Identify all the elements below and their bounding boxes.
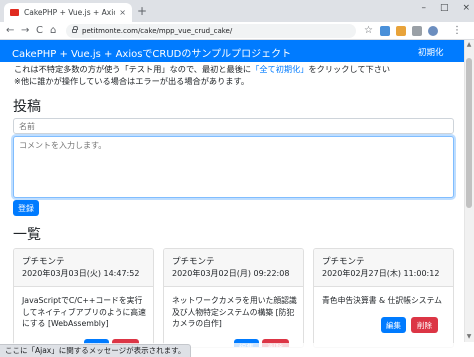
notice-line1-text: これは不特定多数の方が使う「テスト用」なので、最初と最後に	[14, 64, 252, 74]
scrollbar-thumb[interactable]	[466, 58, 472, 208]
favicon-icon	[10, 9, 19, 16]
extension-icon[interactable]	[412, 26, 422, 36]
url-text: petitmonte.com/cake/mpp_vue_crud_cake/	[82, 27, 233, 35]
post-card: プチモンテ 2020年03月03日(火) 14:47:52 JavaScript…	[13, 248, 154, 348]
notice-line1-suffix: をクリックして下さい	[308, 64, 391, 74]
post-card: プチモンテ 2020年03月02日(月) 09:22:08 ネットワークカメラを…	[163, 248, 304, 348]
back-icon[interactable]: ←	[6, 22, 14, 40]
card-header: プチモンテ 2020年03月03日(火) 14:47:52	[14, 249, 153, 287]
scroll-up-icon[interactable]: ▲	[464, 40, 474, 50]
browser-tab-title: CakePHP + Vue.js + Axiosで	[24, 8, 115, 17]
scroll-down-icon[interactable]: ▼	[464, 332, 474, 342]
profile-avatar-icon[interactable]	[428, 26, 438, 36]
initialize-link[interactable]: 初期化	[418, 46, 444, 58]
browser-tab[interactable]: CakePHP + Vue.js + Axiosで ×	[4, 3, 132, 22]
address-bar-row: ← → C ⌂ petitmonte.com/cake/mpp_vue_crud…	[0, 22, 474, 40]
comment-textarea[interactable]	[13, 136, 454, 198]
extension-icon[interactable]	[380, 26, 390, 36]
extension-icon[interactable]	[396, 26, 406, 36]
maximize-icon[interactable]: □	[440, 3, 449, 13]
card-author: プチモンテ	[172, 257, 215, 267]
reload-icon[interactable]: C	[36, 22, 43, 40]
card-text: ネットワークカメラを用いた顔認識及び人物特定システムの構築 [防犯カメラの自作]	[172, 296, 297, 328]
notice-line2: ※他に誰かが操作している場合はエラーが出る場合があります。	[14, 75, 250, 86]
card-date: 2020年03月02日(月) 09:22:08	[172, 269, 290, 278]
post-heading: 投稿	[13, 99, 41, 115]
card-date: 2020年03月03日(火) 14:47:52	[22, 269, 140, 278]
post-card: プチモンテ 2020年02月27日(木) 11:00:12 青色申告決算書 & …	[313, 248, 454, 348]
tab-close-icon[interactable]: ×	[119, 8, 126, 17]
window-controls: – □ ×	[421, 3, 470, 13]
browser-menu-icon[interactable]: ⋮	[452, 22, 462, 40]
notice-text: これは不特定多数の方が使う「テスト用」なので、最初と最後に「全て初期化」をクリッ…	[14, 64, 390, 87]
url-field[interactable]: petitmonte.com/cake/mpp_vue_crud_cake/	[66, 24, 356, 38]
star-icon[interactable]: ☆	[364, 22, 373, 40]
reset-all-link[interactable]: 「全て初期化」	[251, 64, 308, 74]
window-close-icon[interactable]: ×	[462, 3, 470, 13]
name-input[interactable]	[13, 118, 454, 134]
navbar-brand[interactable]: CakePHP + Vue.js + AxiosでCRUDのサンプルプロジェクト	[12, 45, 291, 60]
card-author: プチモンテ	[322, 257, 365, 267]
card-text: 青色申告決算書 & 仕訳帳システム	[322, 296, 442, 305]
card-header: プチモンテ 2020年02月27日(木) 11:00:12	[314, 249, 453, 287]
forward-icon[interactable]: →	[21, 22, 29, 40]
delete-button[interactable]: 削除	[411, 317, 438, 333]
submit-button[interactable]: 登録	[13, 200, 39, 216]
lock-icon	[72, 26, 78, 33]
app-navbar: CakePHP + Vue.js + AxiosでCRUDのサンプルプロジェクト…	[0, 40, 464, 62]
card-text: JavaScriptでC/C++コードを実行してネイティブアプリのように高速にす…	[22, 296, 146, 328]
card-header: プチモンテ 2020年03月02日(月) 09:22:08	[164, 249, 303, 287]
card-date: 2020年02月27日(木) 11:00:12	[322, 269, 440, 278]
card-author: プチモンテ	[22, 257, 65, 267]
edit-button[interactable]: 編集	[381, 317, 406, 333]
home-icon[interactable]: ⌂	[50, 22, 56, 40]
list-heading: 一覧	[13, 227, 41, 243]
minimize-icon[interactable]: –	[421, 3, 426, 13]
new-tab-icon[interactable]: +	[137, 4, 147, 18]
ajax-status-bar: ここに「Ajax」に関するメッセージが表示されます。	[0, 344, 192, 357]
